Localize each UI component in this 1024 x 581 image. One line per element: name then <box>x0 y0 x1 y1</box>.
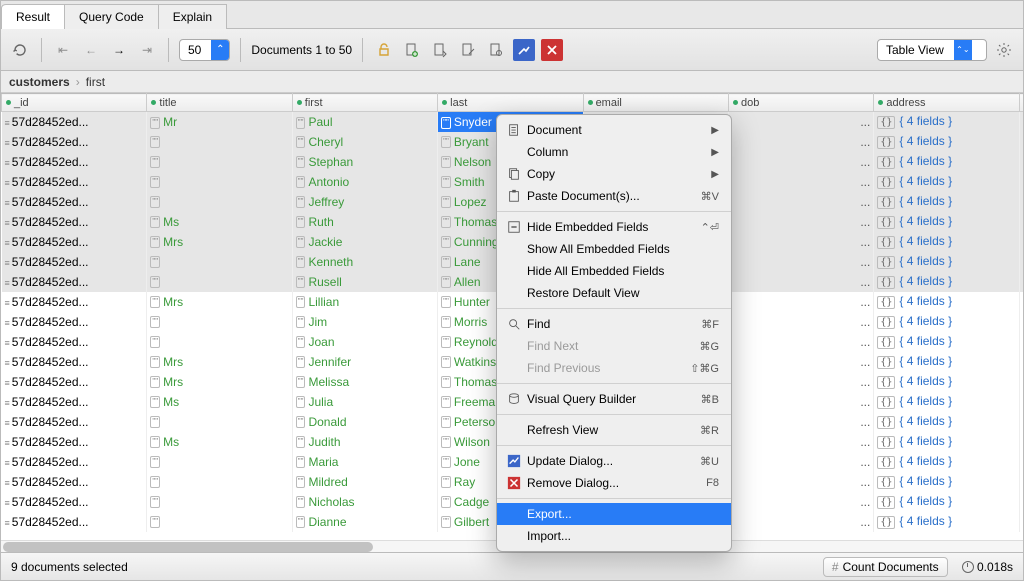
breadcrumb-root[interactable]: customers <box>9 75 70 89</box>
export-doc-icon[interactable] <box>429 39 451 61</box>
copy-icon <box>505 167 523 181</box>
toolbar: ⇤ ← → ⇥ 50 ⌃ Documents 1 to 50 Table Vie… <box>1 29 1023 71</box>
column-header[interactable]: dob <box>728 94 873 112</box>
menu-item[interactable]: Column▶ <box>497 141 731 163</box>
menu-item[interactable]: Import... <box>497 525 731 547</box>
gear-icon[interactable] <box>993 39 1015 61</box>
add-doc-icon[interactable] <box>401 39 423 61</box>
menu-item[interactable]: Find⌘F <box>497 313 731 335</box>
search-doc-icon[interactable] <box>485 39 507 61</box>
page-size-value: 50 <box>180 43 211 57</box>
chevron-down-icon: ⌃ <box>211 40 229 60</box>
column-header[interactable]: street (address.street) <box>1019 94 1023 112</box>
doc-range-label: Documents 1 to 50 <box>251 43 352 57</box>
menu-item[interactable]: Update Dialog...⌘U <box>497 450 731 472</box>
refresh-icon[interactable] <box>9 39 31 61</box>
chevron-right-icon: ▶ <box>711 169 719 180</box>
minus-icon <box>505 220 523 234</box>
paste-icon <box>505 189 523 203</box>
find-icon <box>505 317 523 331</box>
upd-icon <box>505 454 523 468</box>
del-icon <box>505 476 523 490</box>
chevron-right-icon: ▶ <box>711 125 719 136</box>
edit-doc-icon[interactable] <box>457 39 479 61</box>
column-header[interactable]: email <box>583 94 728 112</box>
breadcrumb-field[interactable]: first <box>86 75 105 89</box>
menu-item[interactable]: Refresh View⌘R <box>497 419 731 441</box>
column-header[interactable]: first <box>292 94 437 112</box>
menu-item[interactable]: Copy▶ <box>497 163 731 185</box>
breadcrumb: customers › first <box>1 71 1023 93</box>
delete-tool-icon[interactable] <box>541 39 563 61</box>
menu-item[interactable]: Remove Dialog...F8 <box>497 472 731 494</box>
view-mode-select[interactable]: Table View ⌃⌄ <box>877 39 987 61</box>
nav-next-icon[interactable]: → <box>108 39 130 61</box>
nav-first-icon[interactable]: ⇤ <box>52 39 74 61</box>
column-header[interactable]: address <box>874 94 1019 112</box>
lock-icon[interactable] <box>373 39 395 61</box>
tab-query-code[interactable]: Query Code <box>65 4 159 29</box>
menu-item: Find Next⌘G <box>497 335 731 357</box>
menu-item[interactable]: Export... <box>497 503 731 525</box>
nav-prev-icon[interactable]: ← <box>80 39 102 61</box>
menu-item: Find Previous⇧⌘G <box>497 357 731 379</box>
context-menu: Document▶Column▶Copy▶Paste Document(s)..… <box>496 114 732 552</box>
menu-item[interactable]: Hide Embedded Fields⌃⏎ <box>497 216 731 238</box>
top-tabs: Result Query Code Explain <box>1 1 1023 29</box>
chevron-right-icon: › <box>76 75 80 89</box>
count-documents-button[interactable]: # Count Documents <box>823 557 948 577</box>
chevron-updown-icon: ⌃⌄ <box>954 40 972 60</box>
tab-explain[interactable]: Explain <box>159 4 227 29</box>
selection-count-label: 9 documents selected <box>11 560 128 574</box>
menu-item[interactable]: Document▶ <box>497 119 731 141</box>
menu-item[interactable]: Show All Embedded Fields <box>497 238 731 260</box>
vqb-icon <box>505 392 523 406</box>
nav-last-icon[interactable]: ⇥ <box>136 39 158 61</box>
tab-result[interactable]: Result <box>1 4 65 29</box>
timing-label: 0.018s <box>962 560 1013 574</box>
clock-icon <box>962 561 974 573</box>
update-tool-icon[interactable] <box>513 39 535 61</box>
page-size-select[interactable]: 50 ⌃ <box>179 39 230 61</box>
column-header[interactable]: last <box>438 94 583 112</box>
menu-item[interactable]: Visual Query Builder⌘B <box>497 388 731 410</box>
column-header[interactable]: _id <box>2 94 147 112</box>
status-bar: 9 documents selected # Count Documents 0… <box>1 552 1023 580</box>
view-mode-value: Table View <box>878 43 954 57</box>
hash-icon: # <box>832 560 839 574</box>
chevron-right-icon: ▶ <box>711 147 719 158</box>
menu-item[interactable]: Restore Default View <box>497 282 731 304</box>
menu-item[interactable]: Hide All Embedded Fields <box>497 260 731 282</box>
doc-icon <box>505 123 523 137</box>
menu-item[interactable]: Paste Document(s)...⌘V <box>497 185 731 207</box>
column-header[interactable]: title <box>147 94 292 112</box>
